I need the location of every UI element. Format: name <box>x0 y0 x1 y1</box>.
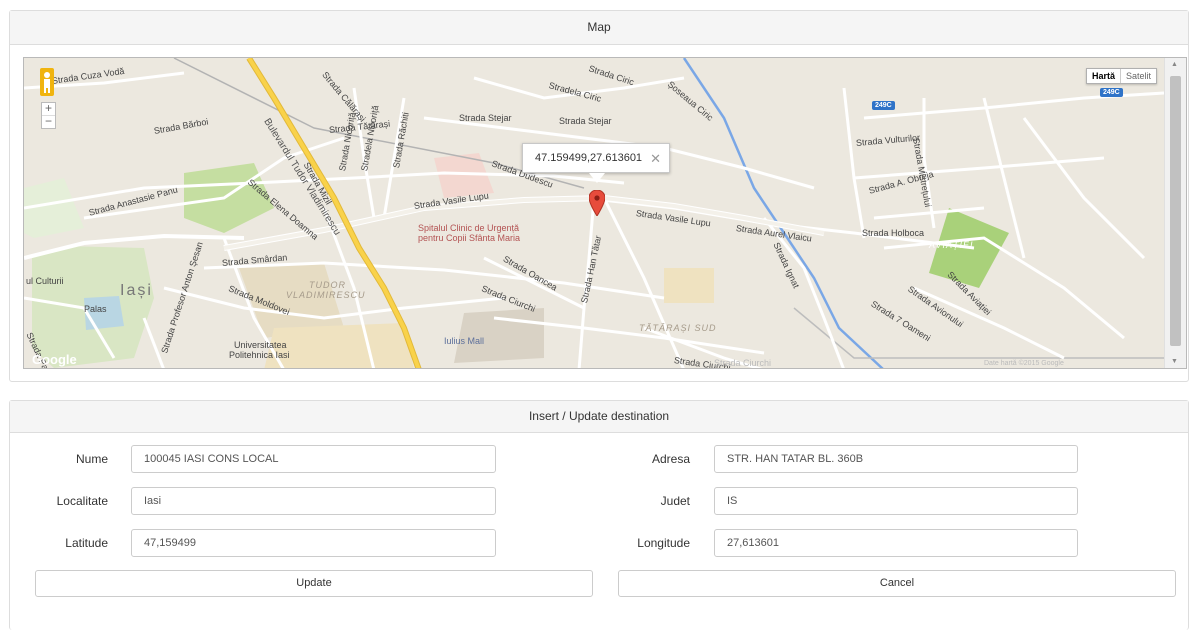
map-panel-title: Map <box>10 11 1188 45</box>
map-tiles[interactable] <box>24 58 1187 369</box>
highway-shield: 249C <box>1100 88 1123 97</box>
zoom-control: + − <box>41 102 56 129</box>
map-type-control: Hartă Satelit <box>1085 68 1157 84</box>
map-label-iulius-mall: Iulius Mall <box>444 336 485 346</box>
info-window: 47.159499,27.613601 ✕ <box>522 143 670 173</box>
map-view[interactable]: Strada Cuza Vodă Strada Călărași Strada … <box>23 57 1187 369</box>
map-marker-icon[interactable] <box>588 189 606 221</box>
longitude-label: Longitude <box>637 536 690 550</box>
map-label-aviatiei: AVIAȚIEI <box>929 240 974 250</box>
judet-input[interactable] <box>714 487 1078 515</box>
map-type-satellite-button[interactable]: Satelit <box>1121 69 1156 83</box>
map-label-holboca: Strada Holboca <box>862 228 925 238</box>
street-view-pegman-icon[interactable] <box>40 68 54 96</box>
map-label-spital-2: pentru Copii Sfânta Maria <box>418 233 521 243</box>
scroll-down-arrow-icon[interactable]: ▼ <box>1171 358 1178 365</box>
info-window-coordinates: 47.159499,27.613601 <box>535 152 643 164</box>
update-button[interactable]: Update <box>35 570 593 597</box>
map-label-tudor: TUDOR <box>309 280 346 290</box>
nume-input[interactable] <box>131 445 496 473</box>
nume-label: Nume <box>75 452 108 466</box>
map-label-vladimirescu: VLADIMIRESCU <box>286 290 366 300</box>
localitate-input[interactable] <box>131 487 496 515</box>
map-label-palas: Palas <box>84 304 107 314</box>
map-label-spital-1: Spitalul Clinic de Urgență <box>418 223 520 233</box>
scroll-up-arrow-icon[interactable]: ▲ <box>1171 61 1178 68</box>
google-logo: Google <box>32 352 77 367</box>
map-label-ciurchi-3: Strada Ciurchi <box>714 358 772 368</box>
localitate-label: Localitate <box>56 494 108 508</box>
zoom-out-button[interactable]: − <box>42 115 55 128</box>
map-label-politehnica: Politehnica Iasi <box>229 350 290 360</box>
judet-label: Judet <box>660 494 690 508</box>
map-type-map-button[interactable]: Hartă <box>1087 69 1121 83</box>
map-label-iasi: Iași <box>120 282 153 299</box>
longitude-input[interactable] <box>714 529 1078 557</box>
map-label-tatarasi-sud: TĂTĂRAȘI SUD <box>639 323 717 333</box>
highway-shield: 249C <box>872 101 895 110</box>
adresa-input[interactable] <box>714 445 1078 473</box>
map-attribution[interactable]: Date hartă ©2015 Google <box>984 360 1064 367</box>
map-label-stejar: Strada Stejar <box>459 113 512 123</box>
adresa-label: Adresa <box>651 452 690 466</box>
scroll-thumb[interactable] <box>1170 76 1181 346</box>
cancel-button[interactable]: Cancel <box>618 570 1176 597</box>
latitude-label: Latitude <box>65 536 108 550</box>
map-scrollbar[interactable]: ▲ ▼ <box>1164 58 1186 368</box>
map-label-palatul-culturii: ul Culturii <box>26 276 64 286</box>
info-window-tail <box>589 173 605 183</box>
map-label-stejar-2: Strada Stejar <box>559 116 612 126</box>
info-window-close-icon[interactable]: ✕ <box>650 144 661 173</box>
map-label-universitatea: Universitatea <box>234 340 287 350</box>
destination-panel-title: Insert / Update destination <box>10 401 1188 433</box>
latitude-input[interactable] <box>131 529 496 557</box>
